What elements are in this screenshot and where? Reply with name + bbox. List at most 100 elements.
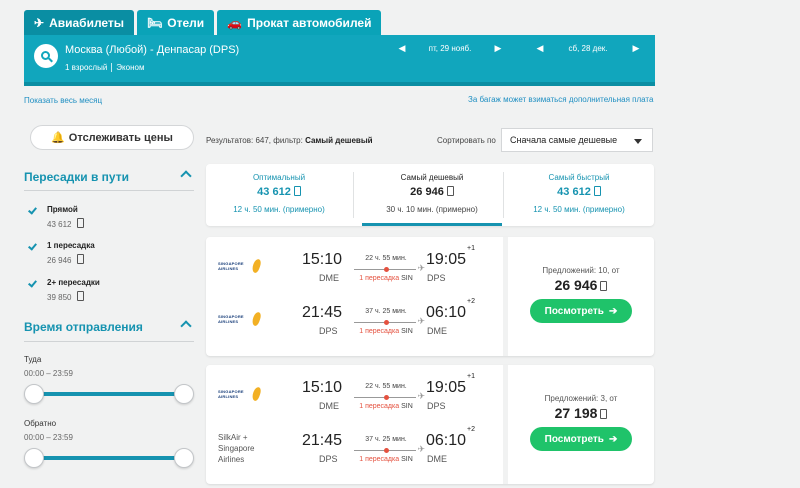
stop-info: 1 пересадка SIN xyxy=(359,403,413,410)
track-prices-label: Отслеживать цены xyxy=(68,131,173,144)
plane-icon: ✈ xyxy=(417,316,425,326)
flight-segment-outbound: SINGAPORE AIRLINES 15:10 DME 22 ч. 55 ми… xyxy=(206,244,503,287)
day-offset: +1 xyxy=(467,244,476,252)
cabin-text: Эконом xyxy=(116,63,145,72)
plane-icon: ✈ xyxy=(417,391,425,401)
sort-tab-duration: 30 ч. 10 мин. (примерно) xyxy=(386,205,478,214)
offer-panel: Предложений: 10, от 26 946 Посмотреть ➔ xyxy=(508,266,654,323)
flight-duration: 37 ч. 25 мин. xyxy=(365,436,407,443)
day-offset: +2 xyxy=(467,425,476,433)
stop-option-label: 2+ пересадки xyxy=(47,278,100,287)
tab-car-rental[interactable]: 🚗 Прокат автомобилей xyxy=(217,10,382,35)
stop-option-label: Прямой xyxy=(47,205,78,214)
currency-icon xyxy=(600,281,608,291)
view-deal-label: Посмотреть xyxy=(544,433,604,445)
departure-airport: DPS xyxy=(319,326,338,336)
stop-dot xyxy=(384,320,389,325)
active-tab-indicator xyxy=(362,223,502,226)
bell-icon: 🔔 xyxy=(51,132,65,144)
next-outbound-date-button[interactable]: ▶ xyxy=(492,43,504,54)
currency-icon xyxy=(293,186,301,196)
departure-filter-title: Время отправления xyxy=(24,320,143,334)
bed-icon: 🛏 xyxy=(147,15,163,30)
arrival-airport: DME xyxy=(427,454,447,464)
stop-option-label: 1 пересадка xyxy=(47,241,95,250)
results-summary: Результатов: 647, фильтр: Самый дешевый xyxy=(206,136,373,145)
departure-filter-header[interactable]: Время отправления xyxy=(24,320,194,334)
arrival-airport: DPS xyxy=(427,273,446,283)
checkbox-checked-icon[interactable] xyxy=(28,279,38,287)
stop-info: 1 пересадка SIN xyxy=(359,328,413,335)
slider-handle-end[interactable] xyxy=(174,384,194,404)
slider-handle-start[interactable] xyxy=(24,384,44,404)
results-filter: Самый дешевый xyxy=(305,136,373,145)
sort-tab-cheapest[interactable]: Самый дешевый 26 946 30 ч. 10 мин. (прим… xyxy=(362,164,502,226)
tab-hotels[interactable]: 🛏 Отели xyxy=(137,10,215,35)
baggage-note-link[interactable]: За багаж может взиматься дополнительная … xyxy=(468,95,653,104)
return-range: 00:00 – 23:59 xyxy=(24,433,73,442)
divider xyxy=(24,190,194,191)
search-meta: 1 взрослый Эконом xyxy=(65,63,144,72)
arrival-time: 06:10+2 xyxy=(426,425,476,449)
ticket-card[interactable]: SINGAPORE AIRLINES 15:10 DME 22 ч. 55 ми… xyxy=(206,365,654,484)
arrow-right-icon: ➔ xyxy=(608,305,618,317)
sort-tab-optimal[interactable]: Оптимальный 43 612 12 ч. 50 мин. (пример… xyxy=(206,164,352,226)
slider-handle-end[interactable] xyxy=(174,448,194,468)
airline-logo-text: SINGAPORE AIRLINES xyxy=(218,389,244,399)
airline-logo-text: SINGAPORE AIRLINES xyxy=(218,261,244,271)
divider xyxy=(24,341,194,342)
prev-return-date-button[interactable]: ◀ xyxy=(534,43,546,54)
stops-filter-header[interactable]: Пересадки в пути xyxy=(24,170,194,184)
divider xyxy=(111,63,113,72)
ticket-card[interactable]: SINGAPORE AIRLINES 15:10 DME 22 ч. 55 ми… xyxy=(206,237,654,356)
results-count: Результатов: 647, фильтр: xyxy=(206,136,306,145)
sort-tab-price: 26 946 xyxy=(362,186,502,198)
arrival-time: 19:05+1 xyxy=(426,244,476,268)
sort-tab-price: 43 612 xyxy=(504,186,654,198)
edit-search-button[interactable] xyxy=(34,44,58,68)
stops-filter-title: Пересадки в пути xyxy=(24,170,130,184)
departure-time: 15:10 xyxy=(302,379,343,396)
currency-icon xyxy=(600,409,608,419)
sort-value: Сначала самые дешевые xyxy=(510,135,618,145)
outbound-date-picker: ◀ пт, 29 нояб. ▶ xyxy=(396,43,504,54)
checkbox-checked-icon[interactable] xyxy=(28,242,38,250)
checkbox-checked-icon[interactable] xyxy=(28,206,38,214)
flight-duration: 37 ч. 25 мин. xyxy=(365,308,407,315)
airline-logo-text: SINGAPORE AIRLINES xyxy=(218,314,244,324)
show-month-link[interactable]: Показать весь месяц xyxy=(24,96,102,105)
search-summary-bar: Москва (Любой) - Денпасар (DPS) 1 взросл… xyxy=(24,35,655,86)
flight-route-line: 22 ч. 55 мин. ✈ 1 пересадка SIN xyxy=(354,383,425,410)
sort-dropdown[interactable]: Сначала самые дешевые xyxy=(501,128,653,152)
route-text[interactable]: Москва (Любой) - Денпасар (DPS) xyxy=(65,44,239,56)
chevron-up-icon xyxy=(180,170,192,182)
stop-dot xyxy=(384,267,389,272)
prev-outbound-date-button[interactable]: ◀ xyxy=(396,43,408,54)
outbound-date[interactable]: пт, 29 нояб. xyxy=(408,44,492,53)
view-deal-button[interactable]: Посмотреть ➔ xyxy=(530,299,632,323)
tab-flights[interactable]: ✈ Авиабилеты xyxy=(24,10,135,35)
stop-option-price: 26 946 xyxy=(47,254,84,265)
outbound-range: 00:00 – 23:59 xyxy=(24,369,73,378)
stop-option-price: 39 850 xyxy=(47,291,84,302)
sort-tab-fastest[interactable]: Самый быстрый 43 612 12 ч. 50 мин. (прим… xyxy=(504,164,654,226)
slider-handle-start[interactable] xyxy=(24,448,44,468)
car-icon: 🚗 xyxy=(227,15,243,30)
airline-name: SilkAir + Singapore Airlines xyxy=(218,433,255,464)
departure-time: 15:10 xyxy=(302,251,343,268)
arrival-airport: DPS xyxy=(427,401,446,411)
offers-count: Предложений: 10, от xyxy=(542,266,620,275)
view-deal-button[interactable]: Посмотреть ➔ xyxy=(530,427,632,451)
sort-tab-duration: 12 ч. 50 мин. (примерно) xyxy=(233,205,325,214)
flight-segment-outbound: SINGAPORE AIRLINES 15:10 DME 22 ч. 55 ми… xyxy=(206,373,503,415)
search-icon xyxy=(40,50,50,60)
return-date[interactable]: сб, 28 дек. xyxy=(546,44,630,53)
plane-icon: ✈ xyxy=(417,263,425,273)
next-return-date-button[interactable]: ▶ xyxy=(630,43,642,54)
return-time-slider[interactable] xyxy=(24,448,194,468)
track-prices-button[interactable]: 🔔 Отслеживать цены xyxy=(30,125,194,150)
flight-route-line: 37 ч. 25 мин. ✈ 1 пересадка SIN xyxy=(354,436,425,463)
divider xyxy=(353,172,354,218)
departure-airport: DME xyxy=(319,401,339,411)
outbound-time-slider[interactable] xyxy=(24,384,194,404)
